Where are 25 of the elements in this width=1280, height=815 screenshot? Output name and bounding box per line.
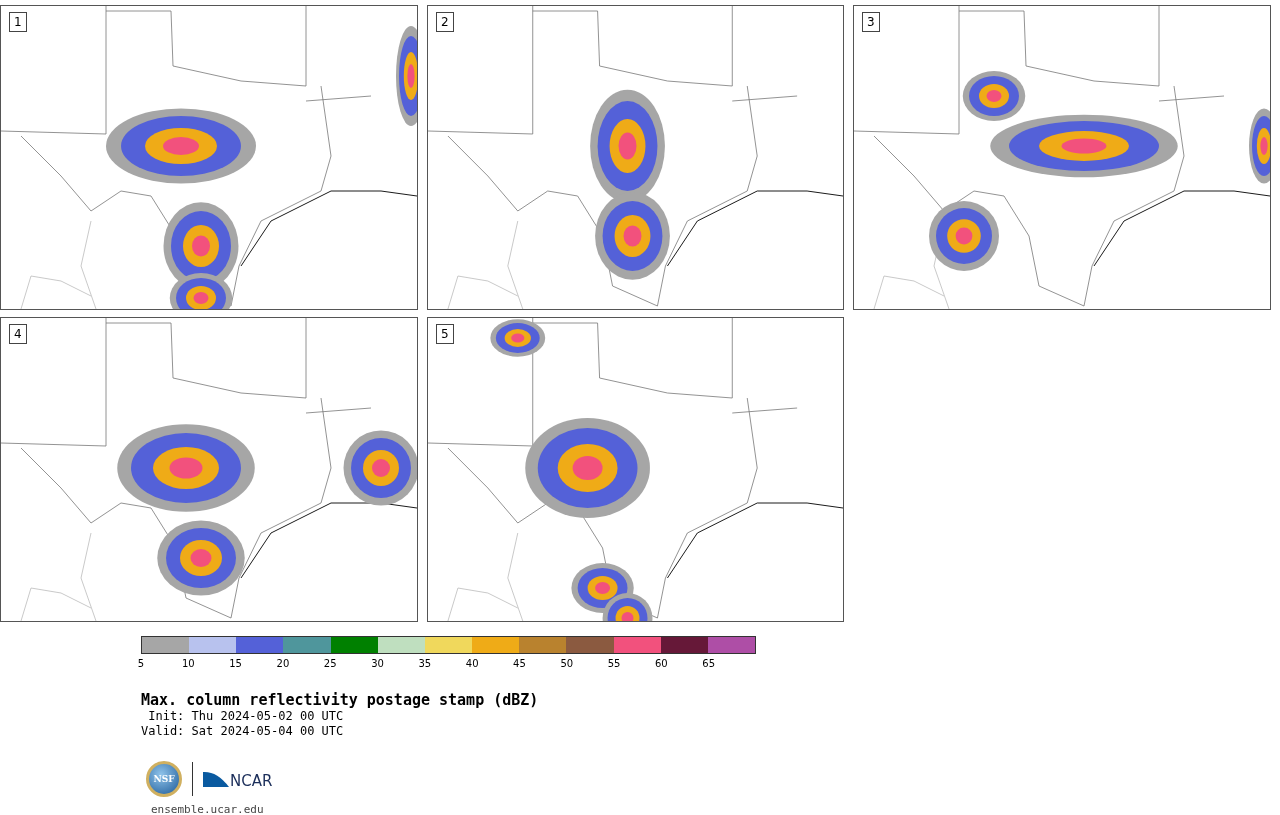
tick-label: 45 [513, 658, 526, 669]
init-time: Init: Thu 2024-05-02 00 UTC [147, 709, 345, 724]
panel-number: 4 [9, 324, 27, 344]
panel-number: 2 [436, 12, 454, 32]
tick-label: 40 [465, 658, 479, 669]
tick-label: 15 [229, 658, 242, 669]
panel-number: 5 [436, 324, 454, 344]
panel-number: 1 [9, 12, 27, 32]
tick-label: 30 [371, 658, 384, 669]
tick-label: 50 [560, 658, 574, 669]
tick-label: 10 [181, 658, 195, 669]
tick-label: 35 [418, 658, 432, 669]
panel-number: 3 [862, 12, 880, 32]
website-url: ensemble.ucar.edu [151, 803, 265, 815]
valid-time: Valid: Sat 2024-05-04 00 UTC [141, 724, 345, 739]
tick-label: 65 [702, 658, 716, 669]
tick-label: 55 [607, 658, 621, 669]
tick-label: 5 [137, 658, 145, 669]
ncar-logo: NCAR [230, 773, 273, 789]
tick-label: 25 [323, 658, 337, 669]
nsf-logo: NSF [146, 761, 182, 797]
chart-title: Max. column reflectivity postage stamp (dBZ) [141, 691, 540, 709]
tick-label: 20 [276, 658, 290, 669]
swoosh-icon [203, 769, 229, 789]
tick-label: 60 [655, 658, 668, 669]
